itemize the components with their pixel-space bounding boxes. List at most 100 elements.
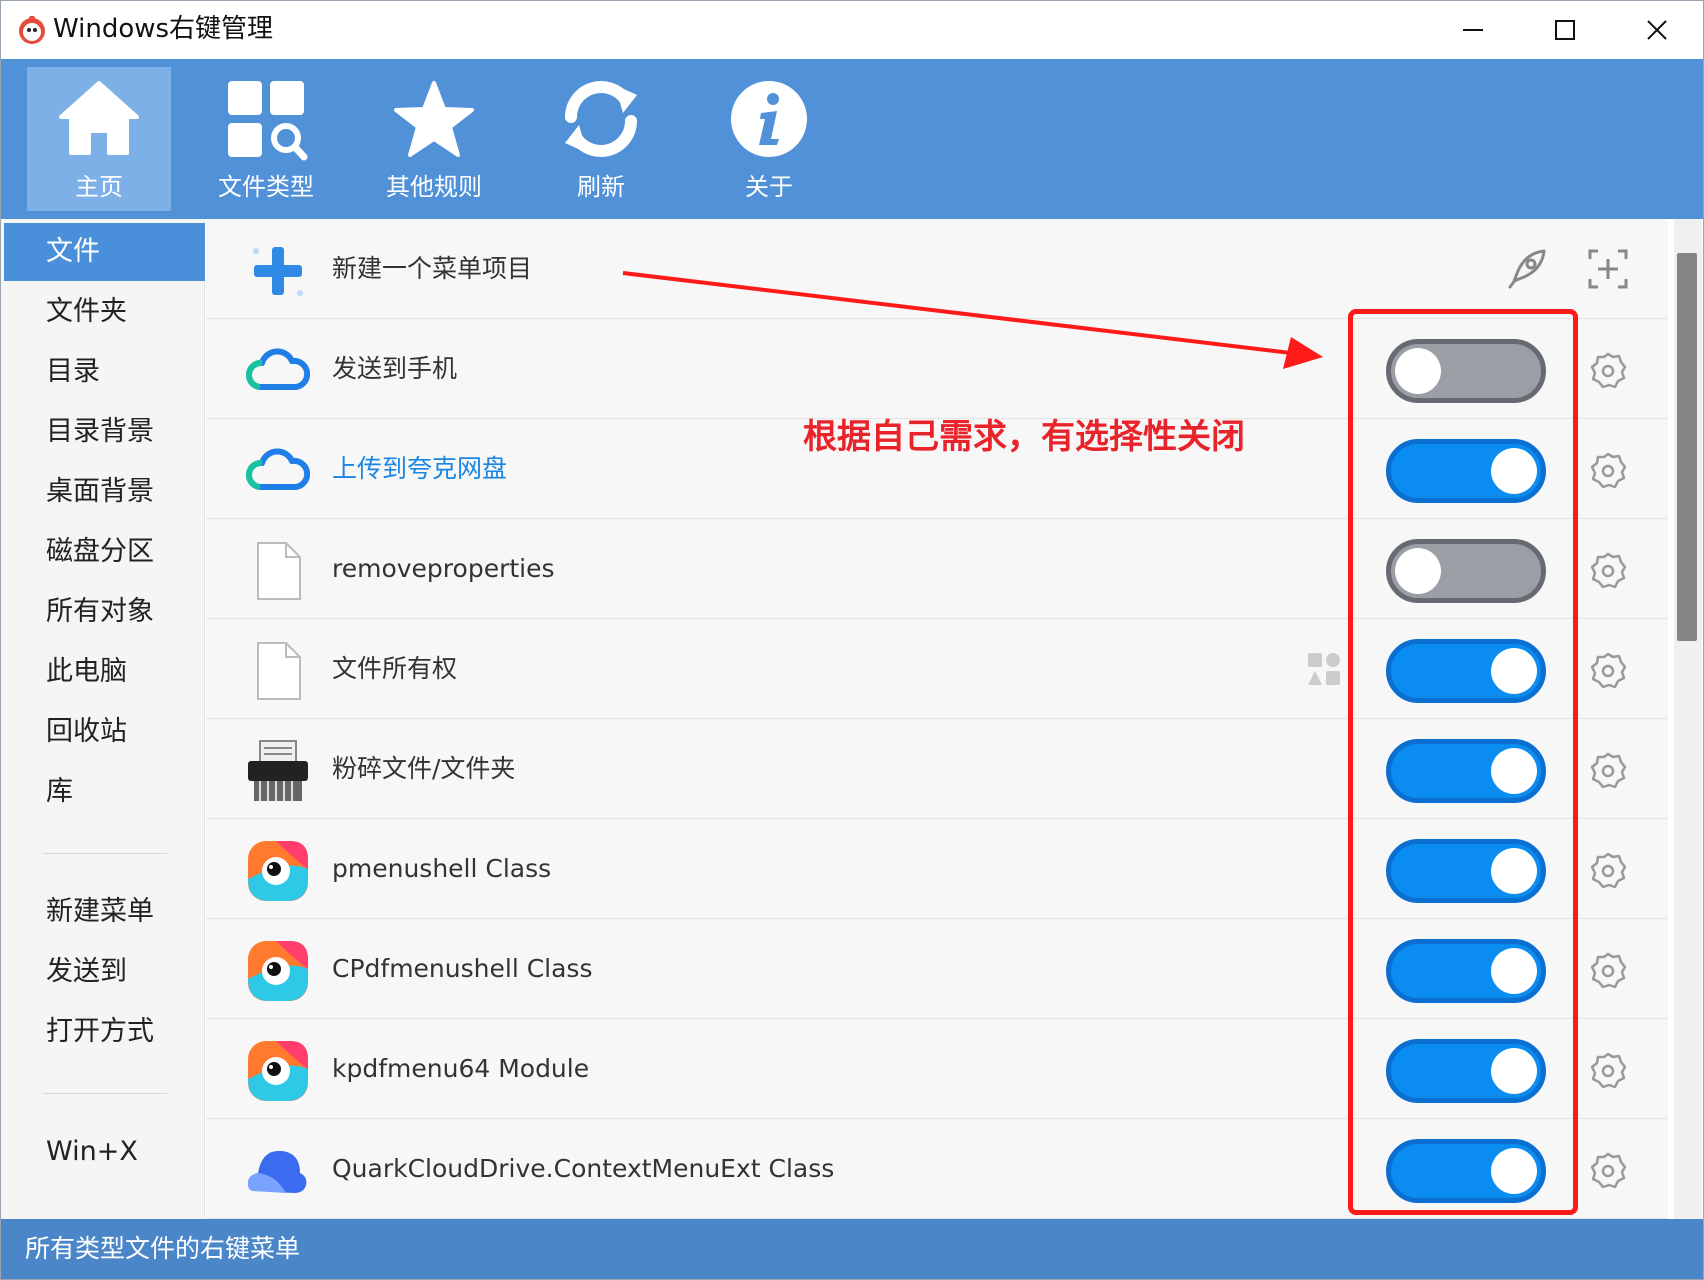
list-item: pmenushell Class (206, 819, 1668, 919)
sidebar-item-new-menu[interactable]: 新建菜单 (4, 883, 205, 941)
sidebar-item-folder[interactable]: 文件夹 (4, 283, 205, 341)
scrollbar-thumb[interactable] (1677, 253, 1697, 641)
toggle-knob (1491, 748, 1537, 794)
add-item-icon[interactable] (1586, 247, 1630, 291)
wps-pdf-icon (248, 941, 308, 1001)
tool-file-types[interactable]: 文件类型 (194, 67, 338, 211)
gear-icon[interactable] (1588, 351, 1628, 391)
status-bar: 所有类型文件的右键菜单 (1, 1219, 1703, 1279)
refresh-icon (565, 81, 637, 157)
toggle-knob (1395, 548, 1441, 594)
close-icon (1647, 20, 1667, 40)
sidebar-item-win-x[interactable]: Win+X (4, 1123, 205, 1181)
plus-icon (253, 247, 303, 296)
wps-pdf-icon (248, 841, 308, 901)
item-label: removeproperties (332, 554, 555, 583)
info-icon (731, 81, 807, 157)
enable-toggle[interactable] (1386, 439, 1546, 503)
toggle-knob (1395, 348, 1441, 394)
sidebar-item-disk-partition[interactable]: 磁盘分区 (4, 523, 205, 581)
star-icon (394, 81, 474, 157)
item-label: kpdfmenu64 Module (332, 1054, 590, 1083)
item-label: CPdfmenushell Class (332, 954, 593, 983)
main-toolbar: 主页 文件类型 其他规则 刷新 关于 (1, 59, 1703, 219)
item-label: pmenushell Class (332, 854, 552, 883)
list-item: kpdfmenu64 Module (206, 1019, 1668, 1119)
sidebar-item-desktop-background[interactable]: 桌面背景 (4, 463, 205, 521)
gear-icon[interactable] (1588, 451, 1628, 491)
minimize-icon (1463, 29, 1483, 31)
gear-icon[interactable] (1588, 1151, 1628, 1191)
toggle-knob (1491, 648, 1537, 694)
gear-icon[interactable] (1588, 851, 1628, 891)
tool-refresh-label: 刷新 (577, 173, 625, 201)
list-item: QuarkCloudDrive.ContextMenuExt Class (206, 1119, 1668, 1219)
enable-toggle[interactable] (1386, 839, 1546, 903)
close-button[interactable] (1611, 1, 1703, 59)
toggle-knob (1491, 948, 1537, 994)
toggle-knob (1491, 848, 1537, 894)
list-item: removeproperties (206, 519, 1668, 619)
enable-toggle[interactable] (1386, 339, 1546, 403)
enable-toggle[interactable] (1386, 1039, 1546, 1103)
item-label: 文件所有权 (332, 654, 458, 683)
enable-toggle[interactable] (1386, 539, 1546, 603)
sidebar-item-directory-background[interactable]: 目录背景 (4, 403, 205, 461)
file-icon (257, 542, 301, 600)
enable-toggle[interactable] (1386, 1139, 1546, 1203)
tool-other-rules[interactable]: 其他规则 (362, 67, 506, 211)
toggle-knob (1491, 1048, 1537, 1094)
home-icon (59, 81, 139, 155)
shredder-icon (248, 740, 308, 801)
sidebar-divider (43, 1093, 167, 1094)
sidebar-item-all-objects[interactable]: 所有对象 (4, 583, 205, 641)
file-type-search-icon (228, 81, 308, 161)
list-item: 文件所有权 (206, 619, 1668, 719)
list-item: CPdfmenushell Class (206, 919, 1668, 1019)
gear-icon[interactable] (1588, 551, 1628, 591)
enable-toggle[interactable] (1386, 939, 1546, 1003)
tool-file-types-label: 文件类型 (218, 173, 314, 201)
item-label: QuarkCloudDrive.ContextMenuExt Class (332, 1154, 835, 1183)
gear-icon[interactable] (1588, 951, 1628, 991)
quark-cloud-icon (248, 1150, 307, 1193)
wps-pdf-icon (248, 1041, 308, 1101)
sidebar-item-open-with[interactable]: 打开方式 (4, 1003, 205, 1061)
sidebar-item-recycle-bin[interactable]: 回收站 (4, 703, 205, 761)
annotation-text: 根据自己需求，有选择性关闭 (803, 417, 1245, 457)
gear-icon[interactable] (1588, 751, 1628, 791)
title-bar: Windows右键管理 (1, 1, 1703, 59)
enable-toggle[interactable] (1386, 639, 1546, 703)
maximize-button[interactable] (1519, 1, 1611, 59)
list-item: 粉碎文件/文件夹 (206, 719, 1668, 819)
sidebar-divider (43, 853, 167, 854)
minimize-button[interactable] (1427, 1, 1519, 59)
sidebar-item-this-pc[interactable]: 此电脑 (4, 643, 205, 701)
tool-home[interactable]: 主页 (27, 67, 171, 211)
app-window: Windows右键管理 主页 文件类型 其他规则 刷新 关于 文件 文件夹 目录… (0, 0, 1704, 1280)
toggle-knob (1491, 1148, 1537, 1194)
new-menu-item-label: 新建一个菜单项目 (332, 254, 533, 283)
sidebar: 文件 文件夹 目录 目录背景 桌面背景 磁盘分区 所有对象 此电脑 回收站 库 … (1, 219, 205, 1219)
shapes-icon[interactable] (1306, 651, 1342, 687)
sidebar-item-send-to[interactable]: 发送到 (4, 943, 205, 1001)
maximize-icon (1555, 20, 1575, 40)
cloud-icon (246, 448, 310, 490)
item-label: 发送到手机 (332, 354, 458, 383)
new-menu-item-row[interactable]: 新建一个菜单项目 (206, 219, 1668, 319)
gear-icon[interactable] (1588, 651, 1628, 691)
sidebar-item-directory[interactable]: 目录 (4, 343, 205, 401)
sidebar-item-library[interactable]: 库 (4, 763, 205, 821)
status-text: 所有类型文件的右键菜单 (25, 1234, 301, 1263)
gear-icon[interactable] (1588, 1051, 1628, 1091)
window-title: Windows右键管理 (53, 14, 274, 44)
sidebar-item-file[interactable]: 文件 (4, 223, 205, 281)
rocket-icon[interactable] (1504, 247, 1548, 291)
tool-refresh[interactable]: 刷新 (529, 67, 673, 211)
enable-toggle[interactable] (1386, 739, 1546, 803)
tool-about[interactable]: 关于 (697, 67, 841, 211)
tool-home-label: 主页 (75, 173, 123, 201)
tool-other-rules-label: 其他规则 (386, 173, 482, 201)
file-icon (257, 642, 301, 700)
cloud-icon (246, 348, 310, 390)
